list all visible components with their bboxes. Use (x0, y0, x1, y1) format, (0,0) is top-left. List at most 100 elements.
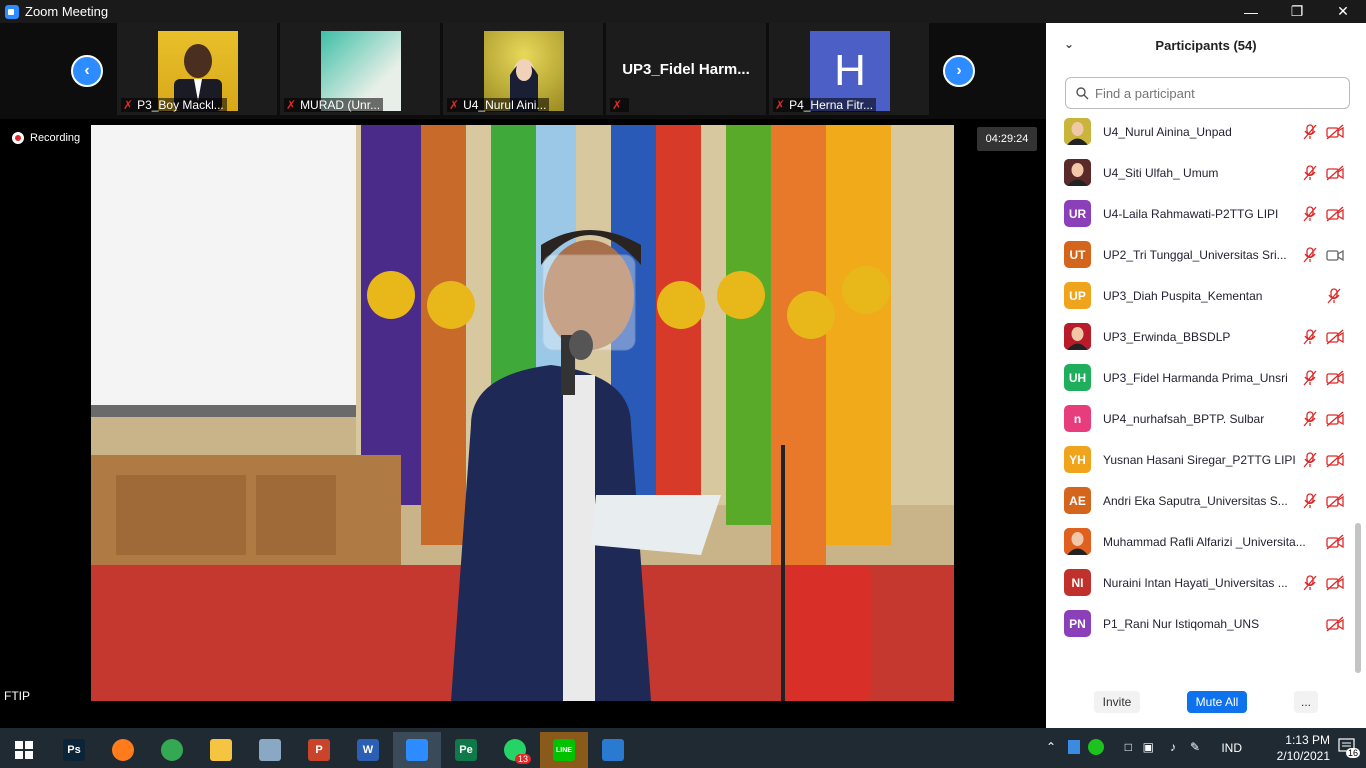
participant-avatar: UP (1064, 282, 1091, 309)
notification-count: 16 (1345, 748, 1360, 758)
participant-name: UP3_Erwinda_BBSDLP (1103, 329, 1231, 344)
participant-thumbnail[interactable]: ✗ P3_Boy Mackl... (117, 23, 277, 115)
participant-name-label: ✗ P3_Boy Mackl... (121, 98, 227, 112)
photos-viewer-icon (259, 739, 281, 761)
participant-search[interactable] (1065, 77, 1350, 109)
participant-row[interactable]: AE Andri Eka Saputra_Universitas S... (1046, 480, 1358, 521)
participant-row[interactable]: U4_Siti Ulfah_ Umum (1046, 152, 1358, 193)
participant-name: U4-Laila Rahmawati-P2TTG LIPI (1103, 206, 1279, 221)
participant-row[interactable]: Muhammad Rafli Alfarizi _Universita... (1046, 521, 1358, 562)
next-page-button[interactable]: › (943, 55, 975, 87)
video-off-icon (1326, 165, 1344, 181)
clock[interactable]: 1:13 PM 2/10/2021 (1250, 732, 1330, 764)
close-button[interactable]: ✕ (1320, 0, 1366, 23)
pen-icon[interactable]: ✎ (1190, 740, 1200, 754)
muted-mic-icon (1302, 574, 1318, 591)
search-input[interactable] (1095, 85, 1335, 101)
participants-footer: Invite Mute All ... (1046, 685, 1366, 715)
taskbar-app-photos[interactable] (589, 732, 637, 768)
participant-avatar: n (1064, 405, 1091, 432)
more-options-button[interactable]: ... (1294, 691, 1318, 713)
taskbar-app-whatsapp[interactable]: 13 (491, 732, 539, 768)
participant-avatar: AE (1064, 487, 1091, 514)
video-off-icon (1326, 370, 1344, 386)
taskbar-app-firefox[interactable] (99, 732, 147, 768)
participant-name-label: ✗ U4_Nurul Aini... (447, 98, 550, 112)
participants-header: ⌄ Participants (54) (1046, 23, 1366, 67)
previous-page-button[interactable]: ‹ (71, 55, 103, 87)
meeting-timer: 04:29:24 (977, 127, 1037, 151)
line-tray-icon[interactable] (1088, 739, 1104, 755)
video-off-icon (1326, 493, 1344, 509)
taskbar-app-word[interactable]: W (344, 732, 392, 768)
participant-name-label: ✗ P4_Herna Fitr... (773, 98, 877, 112)
muted-mic-icon (1302, 451, 1318, 468)
participant-thumbnail[interactable]: H ✗ P4_Herna Fitr... (769, 23, 929, 115)
recording-indicator[interactable]: Recording (12, 132, 80, 144)
participant-row[interactable]: NI Nuraini Intan Hayati_Universitas ... (1046, 562, 1358, 603)
active-speaker-video (91, 125, 954, 701)
invite-button[interactable]: Invite (1094, 691, 1140, 713)
taskbar-app-photos-viewer[interactable] (246, 732, 294, 768)
network-icon[interactable]: □ (1125, 740, 1132, 754)
taskbar-app-chrome[interactable] (148, 732, 196, 768)
participant-thumbnail[interactable]: ✗ MURAD (Unr... (280, 23, 440, 115)
muted-mic-icon (1302, 369, 1318, 386)
taskbar-app-file-explorer[interactable] (197, 732, 245, 768)
network-drive-icon[interactable] (1068, 740, 1080, 754)
muted-mic-icon (1302, 410, 1318, 427)
action-center-icon[interactable]: 16 (1338, 738, 1360, 758)
collapse-chevron-icon[interactable]: ⌄ (1064, 37, 1074, 51)
participant-row[interactable]: UP UP3_Diah Puspita_Kementan (1046, 275, 1358, 316)
video-off-icon (1326, 124, 1344, 140)
participant-avatar (1064, 323, 1091, 350)
participant-thumbnail[interactable]: ✗ U4_Nurul Aini... (443, 23, 603, 115)
mute-all-button[interactable]: Mute All (1187, 691, 1247, 713)
participant-row[interactable]: UP3_Erwinda_BBSDLP (1046, 316, 1358, 357)
video-stage: ‹ ✗ P3_Boy Mackl... ✗ MURAD (Unr... ✗ U4_Nu… (0, 23, 1046, 728)
participant-row[interactable]: UT UP2_Tri Tunggal_Universitas Sri... (1046, 234, 1358, 275)
participant-row[interactable]: U4_Nurul Ainina_Unpad (1046, 111, 1358, 152)
taskbar-app-powerpoint[interactable]: P (295, 732, 343, 768)
restore-button[interactable]: ❐ (1274, 0, 1320, 23)
participant-avatar: UR (1064, 200, 1091, 227)
participant-name: Muhammad Rafli Alfarizi _Universita... (1103, 534, 1306, 549)
taskbar-app-zoom[interactable] (393, 732, 441, 768)
record-icon (12, 132, 24, 144)
participant-row[interactable]: UR U4-Laila Rahmawati-P2TTG LIPI (1046, 193, 1358, 234)
participant-avatar: PN (1064, 610, 1091, 637)
participant-row[interactable]: PN P1_Rani Nur Istiqomah_UNS (1046, 603, 1358, 644)
participant-row[interactable]: YH Yusnan Hasani Siregar_P2TTG LIPI (1046, 439, 1358, 480)
minimize-button[interactable]: — (1228, 0, 1274, 23)
muted-mic-icon (1302, 205, 1318, 222)
word-icon: W (357, 739, 379, 761)
video-off-icon (1326, 452, 1344, 468)
participant-name-label: ✗ MURAD (Unr... (284, 98, 384, 112)
taskbar-app-publisher[interactable]: Pe (442, 732, 490, 768)
video-off-icon (1326, 616, 1344, 632)
participant-avatar: UT (1064, 241, 1091, 268)
windows-taskbar: Ps P W Pe 13 LINE ⌃ □ ▣ ♪ ✎ IND 1:13 PM 2/10/… (0, 728, 1366, 768)
chrome-icon (161, 739, 183, 761)
participant-row[interactable]: n UP4_nurhafsah_BPTP. Sulbar (1046, 398, 1358, 439)
battery-icon[interactable]: ▣ (1143, 740, 1154, 754)
volume-icon[interactable]: ♪ (1170, 740, 1176, 754)
line-icon: LINE (553, 739, 575, 761)
windows-logo-icon (15, 741, 33, 759)
participant-list: U4_Nurul Ainina_Unpad U4_Siti Ulfah_ Umum… (1046, 111, 1358, 644)
participant-avatar (1064, 159, 1091, 186)
input-language[interactable]: IND (1221, 741, 1242, 755)
participant-thumbnail[interactable]: UP3_Fidel Harm... ✗ (606, 23, 766, 115)
unread-badge: 13 (514, 754, 531, 764)
start-button[interactable] (0, 732, 48, 768)
muted-mic-icon (1302, 164, 1318, 181)
participant-row[interactable]: UH UP3_Fidel Harmanda Prima_Unsri (1046, 357, 1358, 398)
taskbar-app-line[interactable]: LINE (540, 732, 588, 768)
participant-name: UP3_Diah Puspita_Kementan (1103, 288, 1263, 303)
participants-scrollbar[interactable] (1355, 523, 1361, 673)
participants-title: Participants (54) (1155, 37, 1257, 53)
show-hidden-icons-icon[interactable]: ⌃ (1046, 740, 1056, 754)
speaker-name-label: FTIP (0, 687, 34, 705)
taskbar-app-photoshop[interactable]: Ps (50, 732, 98, 768)
zoom-icon (406, 739, 428, 761)
